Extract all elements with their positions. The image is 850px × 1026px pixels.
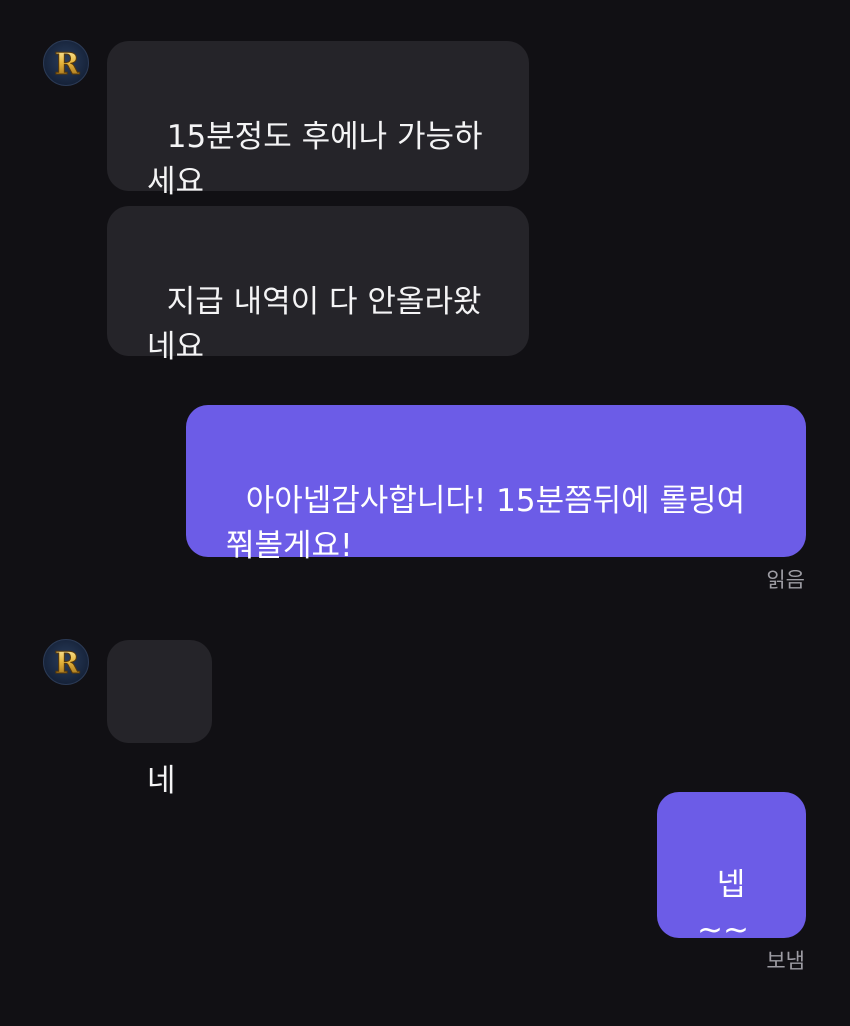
gold-r-logo-icon: R: [54, 47, 81, 83]
svg-text:R: R: [55, 646, 81, 681]
gold-r-logo-icon: R: [54, 646, 81, 682]
message-bubble-outgoing[interactable]: 넵 ~~: [657, 792, 806, 948]
message-text: 넵 ~~: [697, 867, 749, 948]
message-bubble-outgoing[interactable]: 아아넵감사합니다! 15분쯤뒤에 롤링여 쭤볼게요!: [186, 405, 806, 564]
message-text: 15분정도 후에나 가능하 세요: [147, 119, 483, 200]
read-status-label: 읽음: [766, 568, 805, 592]
message-bubble-incoming[interactable]: 네: [107, 640, 212, 799]
message-text: 지급 내역이 다 안올라왔 네요: [147, 284, 482, 365]
message-bubble-incoming[interactable]: 15분정도 후에나 가능하 세요: [107, 41, 529, 200]
sender-avatar[interactable]: R: [43, 639, 89, 685]
message-bubble-incoming[interactable]: 지급 내역이 다 안올라왔 네요: [107, 206, 529, 365]
message-text: 네: [147, 763, 176, 799]
sent-status-label: 보냄: [766, 949, 805, 973]
sender-avatar[interactable]: R: [43, 40, 89, 86]
svg-text:R: R: [55, 47, 81, 82]
message-text: 아아넵감사합니다! 15분쯤뒤에 롤링여 쭤볼게요!: [226, 483, 746, 564]
